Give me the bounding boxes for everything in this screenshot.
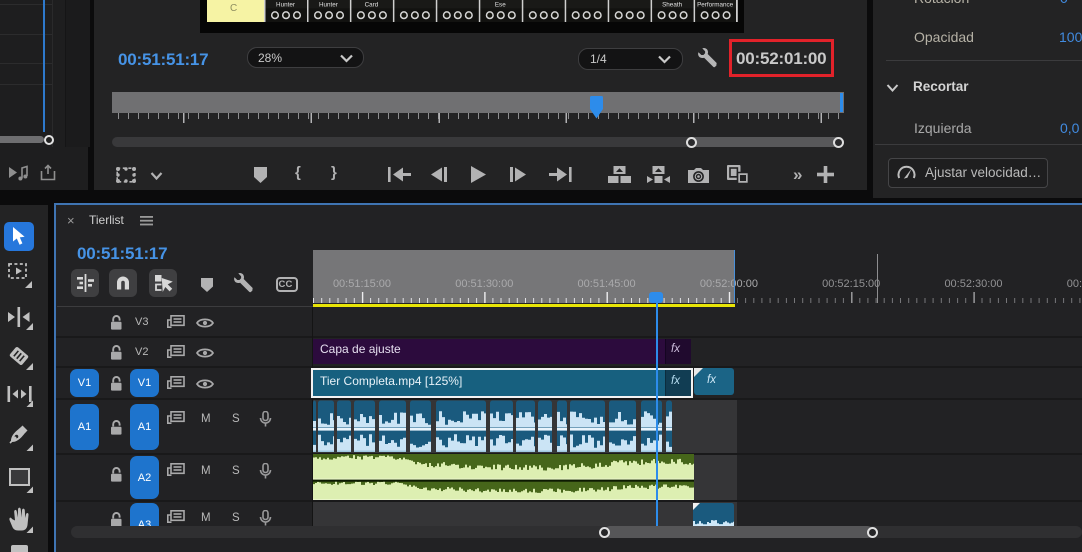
svg-text:00:52:45:00: 00:52:45:00 xyxy=(1067,278,1082,290)
svg-text:00:52:30:00: 00:52:30:00 xyxy=(944,278,1002,290)
svg-text:Hunter: Hunter xyxy=(276,1,295,8)
svg-text:00:51:30:00: 00:51:30:00 xyxy=(455,278,513,290)
svg-text:00:52:15:00: 00:52:15:00 xyxy=(822,278,880,290)
svg-text:00:51:15:00: 00:51:15:00 xyxy=(333,278,391,290)
svg-text:00:52:00:00: 00:52:00:00 xyxy=(700,278,758,290)
svg-text:Performance: Performance xyxy=(697,1,734,8)
svg-text:00:51:45:00: 00:51:45:00 xyxy=(578,278,636,290)
svg-text:Card: Card xyxy=(364,1,378,8)
svg-text:Sheath: Sheath xyxy=(662,1,682,8)
svg-text:Hunter: Hunter xyxy=(319,1,338,8)
svg-text:Ese: Ese xyxy=(494,1,505,8)
